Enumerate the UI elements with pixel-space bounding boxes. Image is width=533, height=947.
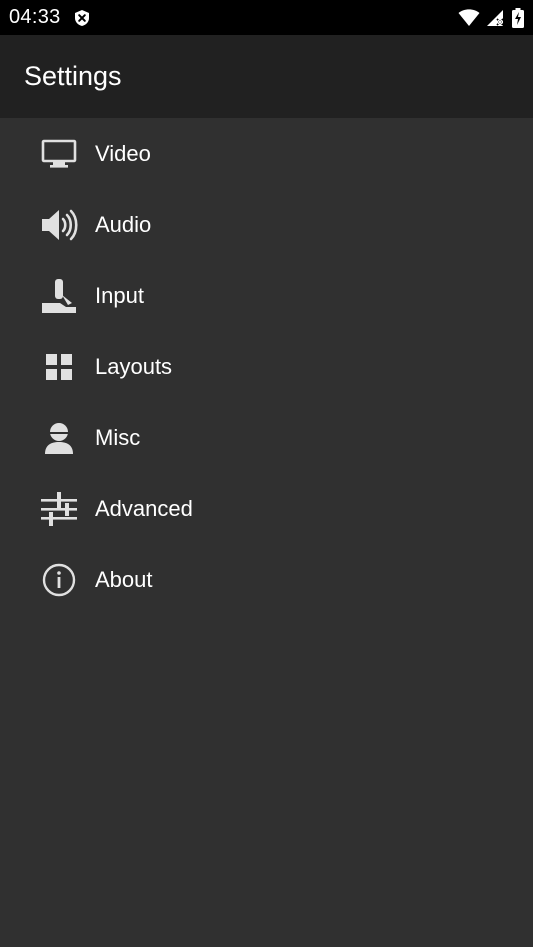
app-bar: Settings: [0, 35, 533, 118]
speaker-icon: [40, 206, 78, 244]
menu-item-advanced[interactable]: Advanced: [0, 473, 533, 544]
info-icon: [40, 561, 78, 599]
status-bar: 04:33: [0, 0, 533, 35]
status-time: 04:33: [9, 6, 61, 28]
menu-item-label: Audio: [95, 211, 152, 237]
shield-x-icon: [73, 9, 91, 27]
menu-item-layouts[interactable]: Layouts: [0, 331, 533, 402]
signal-icon: [486, 9, 506, 27]
status-icons: [458, 7, 524, 28]
sliders-icon: [40, 490, 78, 528]
battery-charging-icon: [512, 7, 524, 28]
menu-item-label: Misc: [95, 424, 141, 450]
menu-item-label: About: [95, 566, 153, 592]
grid-icon: [40, 348, 78, 386]
menu-item-audio[interactable]: Audio: [0, 189, 533, 260]
menu-item-label: Video: [95, 140, 151, 166]
person-icon: [40, 419, 78, 457]
joystick-icon: [40, 277, 78, 315]
menu-item-label: Layouts: [95, 353, 173, 379]
menu-item-label: Advanced: [95, 495, 193, 521]
menu-item-misc[interactable]: Misc: [0, 402, 533, 473]
monitor-icon: [40, 135, 78, 173]
menu-item-label: Input: [95, 282, 144, 308]
settings-menu: Video Audio Input Layouts Misc Advanced …: [0, 118, 533, 615]
page-title: Settings: [24, 61, 122, 91]
wifi-icon: [458, 8, 480, 27]
menu-item-about[interactable]: About: [0, 544, 533, 615]
menu-item-video[interactable]: Video: [0, 118, 533, 189]
menu-item-input[interactable]: Input: [0, 260, 533, 331]
